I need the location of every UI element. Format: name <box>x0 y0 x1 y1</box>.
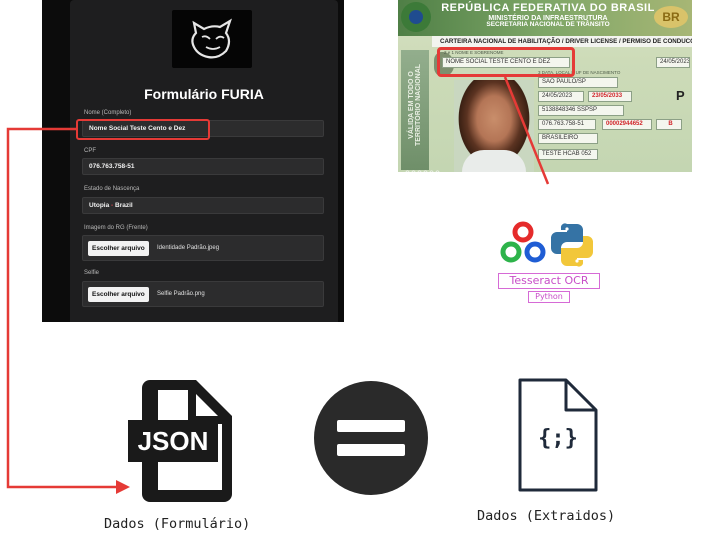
extracted-data-label: Dados (Extraidos) <box>477 508 616 524</box>
json-file-icon: JSON <box>128 380 232 502</box>
json-icon-text: JSON <box>138 426 209 456</box>
doc-to-ocr-arrow <box>503 76 550 185</box>
form-data-label: Dados (Formulário) <box>104 516 251 532</box>
code-icon-text: {;} <box>538 426 578 451</box>
form-to-json-arrow <box>6 127 130 494</box>
equals-icon <box>314 381 428 495</box>
diagram-overlay: JSON {;} <box>6 76 598 502</box>
code-file-icon: {;} <box>518 378 598 492</box>
